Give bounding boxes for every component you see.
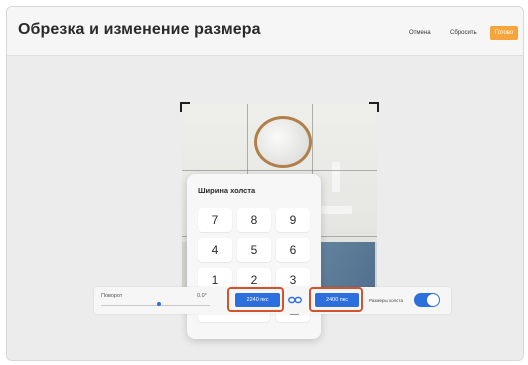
key-7[interactable]: 7	[198, 208, 232, 232]
app-window: Обрезка и изменение размера Отмена Сброс…	[6, 6, 524, 361]
bottom-toolbar: Поворот 0.0° 2240 пкс 2400 пкс Размеры х…	[94, 287, 451, 314]
cancel-button[interactable]: Отмена	[409, 30, 431, 36]
resize-canvas-label: Размеры холста	[369, 298, 403, 303]
resize-canvas-toggle[interactable]	[414, 293, 440, 307]
rotation-value: 0.0°	[197, 293, 207, 299]
width-field[interactable]: 2240 пкс	[235, 293, 280, 307]
rotation-label: Поворот	[101, 293, 123, 299]
key-9[interactable]: 9	[276, 208, 310, 232]
link-icon[interactable]	[288, 295, 302, 305]
key-4[interactable]: 4	[198, 238, 232, 262]
reset-button[interactable]: Сбросить	[450, 30, 477, 36]
canvas-area: Ширина холста 7 8 9 4 5 6 1 2 3 0	[7, 56, 523, 360]
number-keypad: Ширина холста 7 8 9 4 5 6 1 2 3 0	[187, 174, 321, 339]
key-8[interactable]: 8	[237, 208, 271, 232]
crop-handle-top-right[interactable]	[369, 102, 379, 112]
key-6[interactable]: 6	[276, 238, 310, 262]
key-5[interactable]: 5	[237, 238, 271, 262]
toggle-knob	[427, 294, 439, 306]
header-bar: Обрезка и изменение размера Отмена Сброс…	[7, 7, 523, 56]
keypad-title: Ширина холста	[198, 186, 256, 195]
rotation-slider[interactable]	[101, 305, 210, 306]
height-field[interactable]: 2400 пкс	[315, 293, 359, 307]
page-title: Обрезка и изменение размера	[18, 21, 261, 38]
done-button[interactable]: Готово	[490, 26, 518, 40]
crop-handle-top-left[interactable]	[180, 102, 190, 112]
rotation-slider-thumb[interactable]	[156, 302, 161, 306]
